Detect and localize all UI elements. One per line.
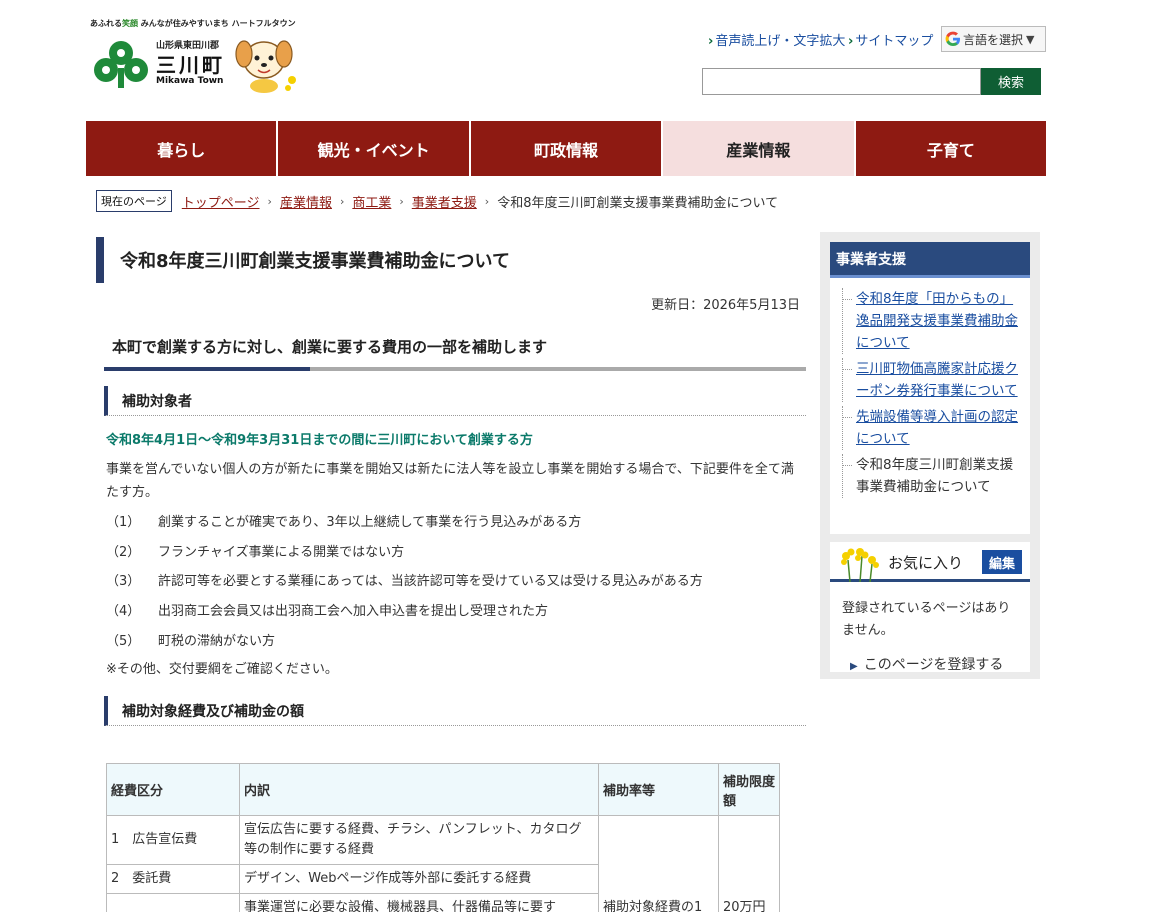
sidebar-section: 事業者支援 令和8年度「田からもの」逸品開発支援事業費補助金について 三川町物価… [830,242,1030,534]
sidebar-heading: 事業者支援 [830,242,1030,278]
triangle-right-icon: ▶ [850,661,858,672]
favorites-edit-button[interactable]: 編集 [982,550,1022,574]
chevron-right-icon: › [339,194,345,208]
table-cell: 宣伝広告に要する経費、チラシ、パンフレット、カタログ等の制作に要する経費 [239,815,599,865]
chevron-right-icon: › [848,34,854,49]
sidebar-item[interactable]: 三川町物価高騰家計応援クーポン券発行事業について [836,358,1018,402]
condition-item: （3） 許認可等を必要とする業種にあっては、当該許認可等を受けている又は受ける見込… [106,574,703,589]
table-cell-limit: 20万円 [718,815,780,912]
table-header: 経費区分 [106,763,240,816]
chevron-right-icon: › [484,194,490,208]
section-heading-expenses: 補助対象経費及び補助金の額 [104,696,806,726]
util-link-sitemap[interactable]: › サイトマップ [848,30,933,49]
search-input[interactable] [702,68,981,95]
table-cell: 1 広告宣伝費 [106,815,240,865]
breadcrumb-here-label: 現在のページ [96,190,172,212]
nav-item-industry[interactable]: 産業情報 [663,121,856,176]
sidebar-item[interactable]: 先端設備等導入計画の認定について [836,406,1018,450]
table-header: 内訳 [239,763,599,816]
page-title: 令和8年度三川町創業支援事業費補助金について [96,237,806,283]
lead-heading: 本町で創業する方に対し、創業に要する費用の一部を補助します [112,338,548,356]
breadcrumb-link-top[interactable]: トップページ [182,192,260,211]
google-icon [945,31,960,46]
util-link-voice[interactable]: › 音声読上げ・文字拡大 [708,30,845,49]
favorites-title: お気に入り [888,554,964,572]
breadcrumb-current: 令和8年度三川町創業支援事業費補助金について [497,195,779,211]
nav-item-childcare[interactable]: 子育て [855,121,1047,176]
sidebar-item[interactable]: 令和8年度「田からもの」逸品開発支援事業費補助金について [836,288,1018,354]
table-cell: デザイン、Webページ作成等外部に委託する経費 [239,864,599,894]
table-row: 1 広告宣伝費 宣伝広告に要する経費、チラシ、パンフレット、カタログ等の制作に要… [106,815,780,912]
condition-item: （1） 創業することが確実であり、3年以上継続して事業を行う見込みがある方 [106,515,582,530]
table-header-row: 経費区分 内訳 補助率等 補助限度額 [106,763,780,816]
site-logo[interactable]: あふれる笑顔 みんなが住みやすいまち ハートフルタウン 山形県東田川郡 三川町 … [90,16,310,96]
table-header: 補助限度額 [718,763,780,816]
table-cell: 2 委託費 [106,864,240,894]
language-select[interactable]: 言語を選択 ▼ [941,26,1046,52]
condition-item: （5） 町税の滞納がない方 [106,634,276,649]
dropdown-arrow-icon: ▼ [1026,32,1035,46]
search-button[interactable]: 検索 [981,68,1041,95]
breadcrumb: 現在のページ トップページ › 産業情報 › 商工業 › 事業者支援 › 令和8年度三川… [96,190,778,212]
favorites-header: お気に入り 編集 [830,542,1030,582]
chevron-right-icon: › [399,194,404,208]
condition-item: （2） フランチャイズ事業による開業ではない方 [106,545,405,560]
lead-divider [104,367,806,371]
eligibility-period: 令和8年4月1日～令和9年3月31日までの間に三川町において創業する方 [106,433,533,448]
mascot-icon [235,40,296,93]
table-header: 補助率等 [598,763,719,816]
chevron-right-icon: › [708,34,714,49]
nav-item-administration[interactable]: 町政情報 [470,121,664,176]
condition-item: （4） 出羽商工会会員又は出羽商工会へ加入申込書を提出し受理された方 [106,604,549,619]
favorites-box: お気に入り 編集 登録されているページはありません。 ▶ このページを登録する [830,542,1030,674]
favorites-add-link[interactable]: ▶ このページを登録する [850,654,1003,674]
note-text: ※その他、交付要綱をご確認ください。 [106,662,338,677]
eligibility-intro: 事業を営んでいない個人の方が新たに事業を開始又は新たに法人等を設立し事業を開始す… [106,462,794,500]
table-cell: 事業運営に必要な設備、機械器具、什器備品等に要す [239,893,599,912]
section-heading-eligibility: 補助対象者 [104,386,806,416]
site-tagline: あふれる笑顔 みんなが住みやすいまち ハートフルタウン [90,19,296,28]
sidebar-item-current: 令和8年度三川町創業支援事業費補助金について [836,454,1018,498]
table-cell [106,893,240,912]
sidebar-list: 令和8年度「田からもの」逸品開発支援事業費補助金について 三川町物価高騰家計応援… [830,278,1030,498]
chevron-right-icon: › [267,194,272,208]
town-name-en: Mikawa Town [156,76,224,86]
global-nav: 暮らし 観光・イベント 町政情報 産業情報 子育て [86,121,1047,176]
breadcrumb-link-industry[interactable]: 産業情報 [280,192,332,211]
updated-date: 更新日：2026年5月13日 [651,298,800,313]
town-emblem-icon [94,41,148,88]
breadcrumb-link-business-support[interactable]: 事業者支援 [412,192,477,211]
town-name: 三川町 [156,53,225,77]
nav-item-tourism[interactable]: 観光・イベント [278,121,471,176]
flower-icon [841,548,879,582]
favorites-empty-message: 登録されているページはありません。 [842,601,1011,638]
sidebar: 事業者支援 令和8年度「田からもの」逸品開発支援事業費補助金について 三川町物価… [820,232,1040,679]
breadcrumb-link-commerce[interactable]: 商工業 [352,192,391,211]
table-cell-rate: 補助対象経費の1 [598,815,719,912]
nav-item-living[interactable]: 暮らし [86,121,279,176]
expense-table: 経費区分 内訳 補助率等 補助限度額 1 広告宣伝費 宣伝広告に要する経費、チラ… [106,763,780,912]
